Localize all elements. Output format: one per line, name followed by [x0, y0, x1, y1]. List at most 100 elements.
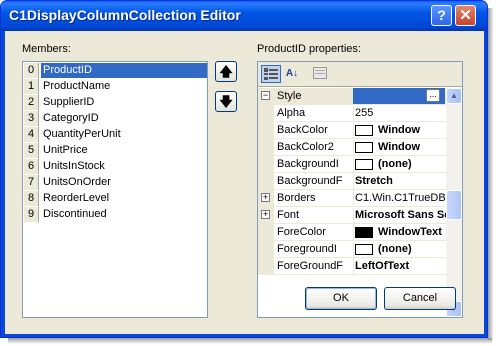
property-name: ForeGroundF [275, 258, 354, 274]
property-name: Font [275, 207, 354, 223]
property-name: ForegroundI [275, 241, 354, 257]
property-name: BackgroundI [275, 156, 354, 172]
color-swatch [355, 124, 373, 136]
editor-dialog: C1DisplayColumnCollection Editor ? ✕ Mem… [0, 0, 488, 338]
row-gutter [258, 241, 274, 258]
list-item-index: 2 [24, 95, 39, 111]
members-label: Members: [22, 43, 71, 55]
image-swatch [355, 158, 373, 170]
property-value-cell[interactable]: Window [353, 139, 445, 155]
property-name: BackgroundF [275, 173, 354, 189]
window-shadow-right [488, 8, 494, 340]
property-value[interactable]: Microsoft Sans Se [353, 207, 447, 223]
list-item-name: ProductID [41, 63, 207, 78]
row-gutter [258, 224, 274, 241]
property-row-font[interactable]: + Font Microsoft Sans Se [258, 207, 447, 224]
move-down-button[interactable]: 🡇 [215, 91, 237, 112]
property-row-backgroundimage[interactable]: BackgroundI (none) [258, 156, 446, 173]
ellipsis-button[interactable]: ... [426, 89, 440, 102]
members-listbox[interactable]: 0 ProductID 1 ProductName 2 SupplierID 3… [22, 61, 208, 318]
property-value: (none) [378, 158, 412, 170]
property-pages-icon[interactable] [310, 65, 330, 83]
property-value-cell[interactable]: WindowText [353, 224, 445, 240]
property-row-backcolor[interactable]: BackColor Window [258, 122, 446, 139]
move-up-button[interactable]: 🡅 [215, 61, 237, 82]
arrow-down-icon: 🡇 [219, 94, 233, 109]
list-item-name: UnitsInStock [43, 160, 105, 172]
window-title: C1DisplayColumnCollection Editor [9, 7, 241, 23]
property-value[interactable]: LeftOfText [353, 258, 447, 274]
list-item-index: 4 [24, 127, 39, 143]
close-button[interactable]: ✕ [455, 5, 476, 26]
window-frame-right [484, 31, 487, 337]
scroll-up-icon[interactable]: ▲ [446, 88, 462, 104]
property-row-backgroundflags[interactable]: BackgroundF Stretch [258, 173, 446, 190]
list-item-name: QuantityPerUnit [43, 128, 121, 140]
property-row-borders[interactable]: + Borders C1.Win.C1TrueDBG [258, 190, 447, 207]
property-row-alpha[interactable]: Alpha 255 [258, 105, 446, 122]
row-gutter [258, 173, 274, 190]
property-value[interactable]: Stretch [353, 173, 447, 189]
list-item[interactable]: 6 UnitsInStock [24, 159, 206, 175]
list-item[interactable]: 3 CategoryID [24, 111, 206, 127]
list-item-name: ProductName [43, 80, 111, 92]
window-frame-left [1, 31, 5, 337]
property-value-cell[interactable]: (none) [353, 241, 445, 257]
list-item[interactable]: 2 SupplierID [24, 95, 206, 111]
row-gutter: + [258, 207, 274, 224]
list-item-name: CategoryID [43, 112, 99, 124]
collapse-icon[interactable]: − [261, 91, 270, 100]
list-item[interactable]: 4 QuantityPerUnit [24, 127, 206, 143]
row-gutter: + [258, 190, 274, 207]
property-row-foregroundpos[interactable]: ForeGroundF LeftOfText [258, 258, 446, 275]
property-value-cell[interactable]: (none) [353, 156, 445, 172]
list-item-name: Discontinued [43, 208, 107, 220]
expand-icon[interactable]: + [261, 193, 270, 202]
list-item-name: UnitsOnOrder [43, 176, 111, 188]
list-item-name: SupplierID [43, 96, 95, 108]
row-gutter [258, 122, 274, 139]
property-value: (none) [378, 243, 412, 255]
list-item[interactable]: 5 UnitPrice [24, 143, 206, 159]
list-item[interactable]: 7 UnitsOnOrder [24, 175, 206, 191]
row-gutter [258, 139, 274, 156]
property-grid-scrollbar[interactable]: ▲ ▼ [446, 88, 462, 317]
alphabetical-icon[interactable]: A↓ [282, 65, 302, 83]
list-item[interactable]: 8 ReorderLevel [24, 191, 206, 207]
list-item-index: 7 [24, 175, 39, 191]
list-item-index: 6 [24, 159, 39, 175]
window-frame-bottom [1, 334, 487, 337]
category-row-style[interactable]: − Style ... [258, 88, 446, 105]
property-value[interactable]: 255 [353, 105, 447, 121]
list-item[interactable]: 9 Discontinued [24, 207, 206, 223]
property-row-foregroundimage[interactable]: ForegroundI (none) [258, 241, 446, 258]
property-name: Borders [275, 190, 354, 206]
property-rows: − Style ... Alpha 255 BackColor Window B… [258, 88, 462, 317]
property-value[interactable]: C1.Win.C1TrueDBG [353, 190, 447, 206]
help-button[interactable]: ? [431, 5, 452, 26]
category-name: Style [277, 90, 302, 102]
property-value: Window [378, 141, 421, 153]
list-item-index: 0 [24, 63, 39, 79]
list-item-index: 8 [24, 191, 39, 207]
title-bar[interactable]: C1DisplayColumnCollection Editor ? ✕ [1, 1, 487, 31]
property-value-cell[interactable]: Window [353, 122, 445, 138]
property-grid-toolbar: A↓ [258, 62, 462, 87]
list-item[interactable]: 1 ProductName [24, 79, 206, 95]
list-item-name: UnitPrice [43, 144, 88, 156]
list-item-index: 3 [24, 111, 39, 127]
color-swatch [355, 226, 373, 238]
property-value: Window [378, 124, 421, 136]
property-row-backcolor2[interactable]: BackColor2 Window [258, 139, 446, 156]
list-item[interactable]: 0 ProductID [24, 63, 207, 79]
ok-button[interactable]: OK [305, 287, 377, 310]
expand-icon[interactable]: + [261, 210, 270, 219]
property-row-forecolor[interactable]: ForeColor WindowText [258, 224, 446, 241]
row-gutter [258, 105, 274, 122]
list-item-name: ReorderLevel [43, 192, 110, 204]
cancel-button[interactable]: Cancel [384, 287, 456, 310]
scroll-thumb[interactable] [446, 190, 462, 220]
property-grid: A↓ − Style ... Alpha 255 BackColor Windo… [257, 61, 463, 318]
image-swatch [355, 243, 373, 255]
categorized-icon[interactable] [261, 65, 281, 83]
